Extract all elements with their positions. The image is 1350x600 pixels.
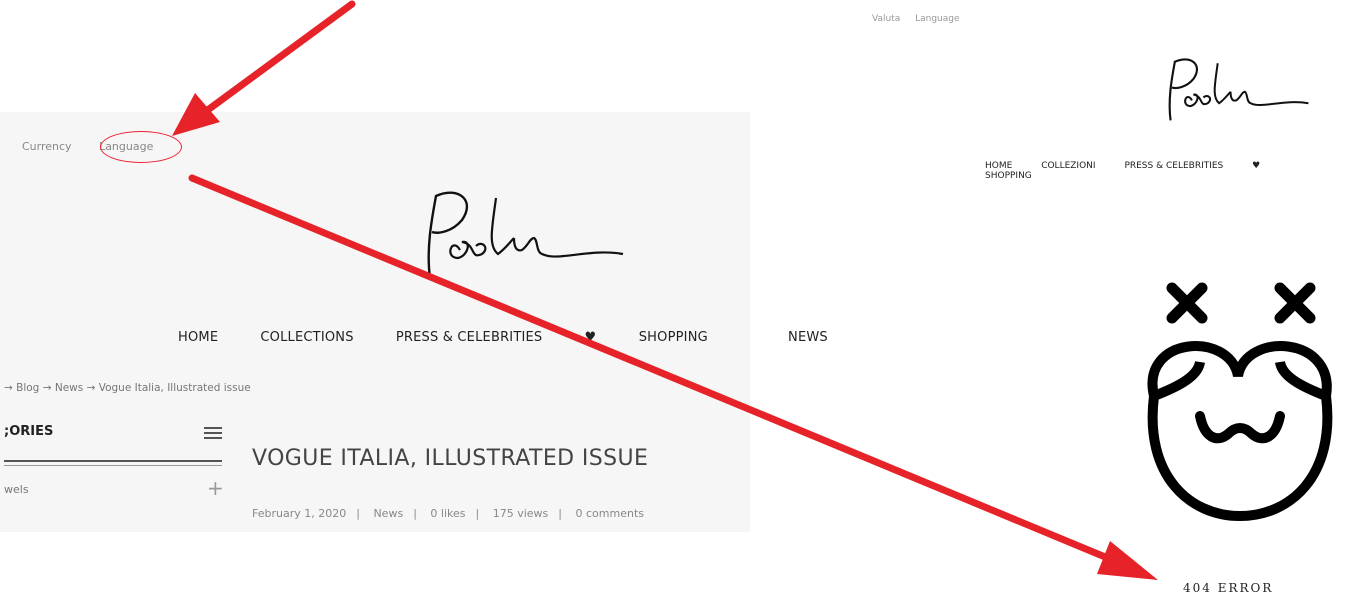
plus-icon[interactable]: + <box>207 476 224 500</box>
language-link-italian[interactable]: Language <box>915 14 959 24</box>
breadcrumb-blog[interactable]: Blog <box>16 382 39 394</box>
breadcrumb-news[interactable]: News <box>55 382 83 394</box>
divider <box>4 465 222 466</box>
separator: | <box>558 507 562 520</box>
separator: | <box>413 507 417 520</box>
paolin-logo-small <box>1168 58 1309 121</box>
nav-collezioni[interactable]: COLLEZIONI <box>1041 161 1095 171</box>
nav-press[interactable]: PRESS & CELEBRITIES <box>396 330 543 345</box>
hamburger-icon[interactable] <box>204 424 222 442</box>
post-category[interactable]: News <box>373 507 403 520</box>
nav-home-it[interactable]: HOME <box>985 161 1012 171</box>
paolin-logo <box>427 191 624 279</box>
top-bar-italian: Valuta Language <box>872 14 972 24</box>
post-views: 175 views <box>492 507 549 520</box>
separator: | <box>356 507 360 520</box>
dead-face-icon <box>1147 282 1333 522</box>
breadcrumb-arrow-icon: → <box>4 382 17 394</box>
valuta-link[interactable]: Valuta <box>872 14 900 24</box>
top-bar: Currency Language <box>22 140 177 153</box>
main-nav: HOME COLLECTIONS PRESS & CELEBRITIES ♥ S… <box>178 330 866 345</box>
post-title: VOGUE ITALIA, ILLUSTRATED ISSUE <box>252 446 649 471</box>
nav-collections[interactable]: COLLECTIONS <box>260 330 353 345</box>
breadcrumb-current: Vogue Italia, Illustrated issue <box>98 382 251 394</box>
language-link[interactable]: Language <box>99 140 153 153</box>
heart-icon: ♥ <box>584 330 601 345</box>
separator: | <box>475 507 480 520</box>
post-comments[interactable]: 0 comments <box>576 507 645 520</box>
heart-icon: ♥ <box>1252 161 1261 171</box>
error-label: 404 ERROR <box>1183 581 1274 595</box>
post-meta: February 1, 2020 | News | 0 likes | 175 vie… <box>252 507 644 520</box>
post-date: February 1, 2020 <box>252 507 347 520</box>
currency-link[interactable]: Currency <box>22 140 72 153</box>
main-nav-italian: HOME COLLEZIONI PRESS & CELEBRITIES ♥ SH… <box>985 161 1350 181</box>
post-likes[interactable]: 0 likes <box>430 507 465 520</box>
breadcrumb: → Blog → News → Vogue Italia, Illustrate… <box>4 382 251 394</box>
divider <box>4 460 222 462</box>
arrow-icon <box>201 0 356 116</box>
nav-shopping[interactable]: ♥ SHOPPING <box>585 330 746 345</box>
nav-home[interactable]: HOME <box>178 330 218 345</box>
category-item[interactable]: wels <box>4 483 29 496</box>
categories-heading: ;ORIES <box>4 424 54 439</box>
nav-news[interactable]: NEWS <box>788 330 828 345</box>
breadcrumb-arrow-icon: → <box>86 382 99 394</box>
breadcrumb-arrow-icon: → <box>42 382 55 394</box>
nav-press-it[interactable]: PRESS & CELEBRITIES <box>1124 161 1223 171</box>
